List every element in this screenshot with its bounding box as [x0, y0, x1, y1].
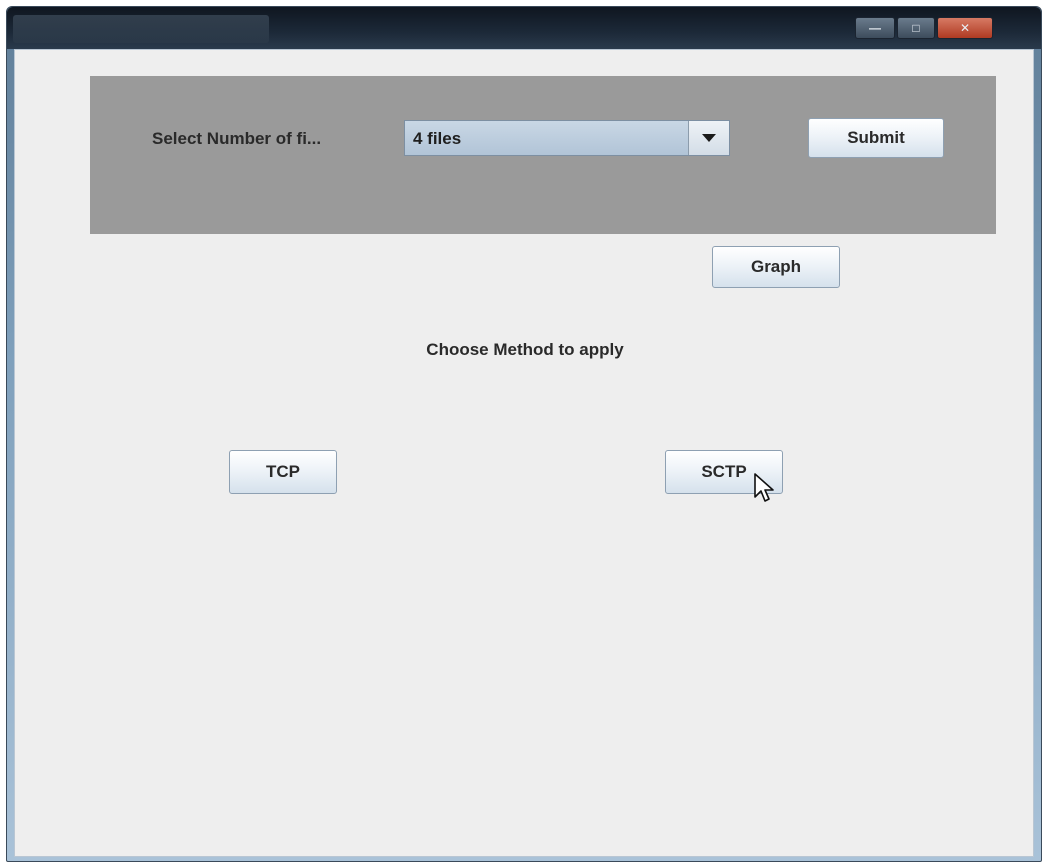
- file-selection-panel: Select Number of fi... 4 files Submit: [90, 76, 996, 234]
- mouse-pointer-icon: [754, 473, 774, 502]
- app-window: — □ ✕ Select Number of fi... 4 files Sub…: [6, 6, 1042, 862]
- close-icon: ✕: [959, 21, 971, 35]
- minimize-button[interactable]: —: [855, 17, 895, 39]
- dropdown-selected-value: 4 files: [413, 129, 462, 148]
- title-area: [13, 15, 269, 43]
- minimize-icon: —: [869, 21, 881, 35]
- select-number-label: Select Number of fi...: [152, 129, 322, 148]
- content-pane: Select Number of fi... 4 files Submit Gr…: [14, 49, 1034, 857]
- close-button[interactable]: ✕: [937, 17, 993, 39]
- tcp-button[interactable]: TCP: [229, 450, 337, 494]
- method-heading: Choose Method to apply: [426, 340, 624, 359]
- maximize-icon: □: [912, 21, 920, 35]
- maximize-button[interactable]: □: [897, 17, 935, 39]
- graph-button[interactable]: Graph: [712, 246, 840, 288]
- chevron-down-icon[interactable]: [688, 121, 729, 155]
- file-count-dropdown[interactable]: 4 files: [404, 120, 730, 156]
- title-bar[interactable]: — □ ✕: [7, 7, 1041, 49]
- submit-button[interactable]: Submit: [808, 118, 944, 158]
